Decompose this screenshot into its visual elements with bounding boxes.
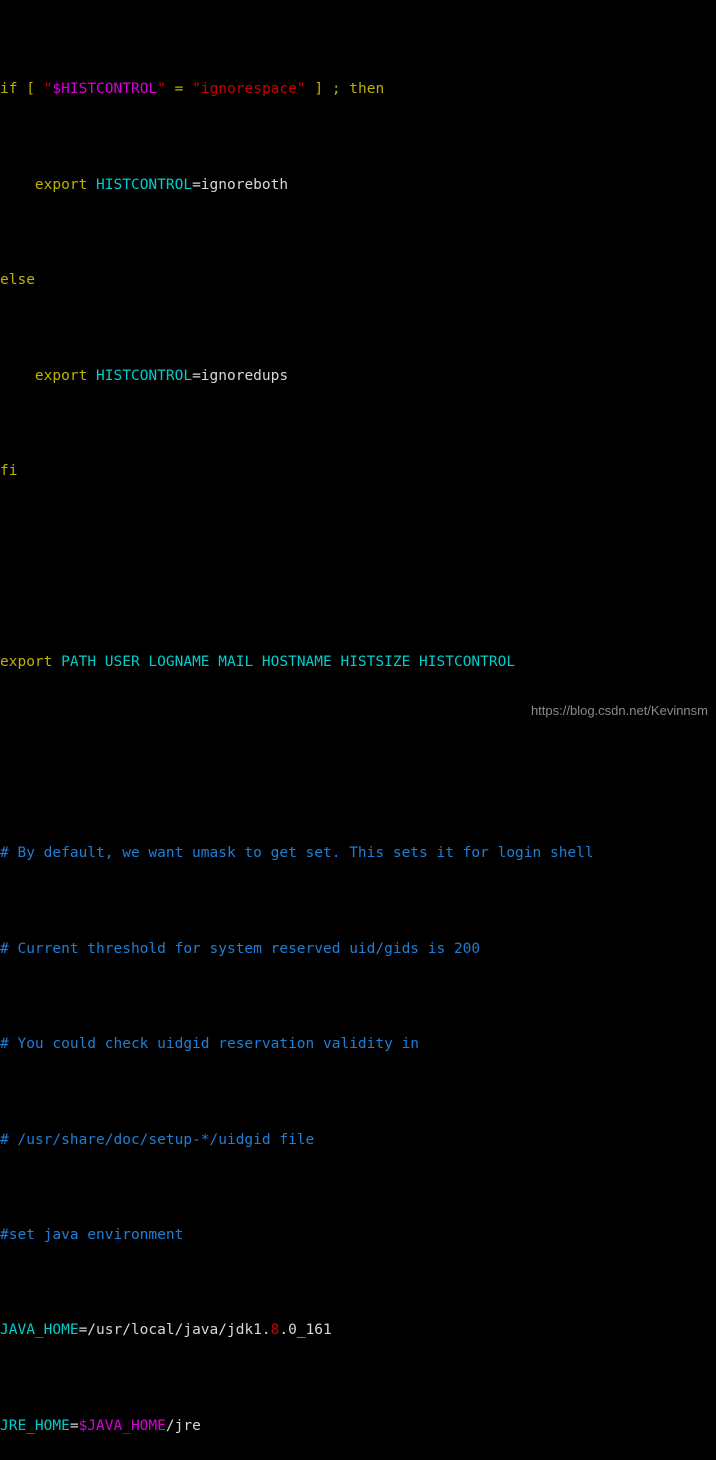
code-line: fi bbox=[0, 462, 716, 481]
token-comment: # By default, we want umask to get set. … bbox=[0, 845, 594, 862]
token-plain: /jre bbox=[165, 1417, 201, 1434]
terminal-window: if [ "$HISTCONTROL" = "ignorespace" ] ; … bbox=[0, 0, 716, 1434]
token-plain: = bbox=[69, 1417, 79, 1434]
token-builtin: export bbox=[34, 367, 88, 384]
token-string: "ignorespace" bbox=[192, 81, 306, 98]
code-listing: if [ "$HISTCONTROL" = "ignorespace" ] ; … bbox=[0, 4, 716, 1460]
token-punct: ] bbox=[314, 81, 324, 98]
token-var-name: JRE_HOME bbox=[0, 1417, 70, 1434]
token-comment: # /usr/share/doc/setup-*/uidgid file bbox=[0, 1131, 315, 1148]
code-line: # Current threshold for system reserved … bbox=[0, 940, 716, 959]
token-number: 8 bbox=[270, 1322, 280, 1339]
code-line: JRE_HOME=$JAVA_HOME/jre bbox=[0, 1417, 716, 1436]
token-keyword: fi bbox=[0, 463, 18, 480]
code-line: # By default, we want umask to get set. … bbox=[0, 844, 716, 863]
token-comment: # You could check uidgid reservation val… bbox=[0, 1036, 420, 1053]
token-keyword: then bbox=[349, 81, 385, 98]
token-var-ref: $JAVA_HOME bbox=[78, 1417, 166, 1434]
code-line: export HISTCONTROL=ignoredups bbox=[0, 367, 716, 386]
code-line: # You could check uidgid reservation val… bbox=[0, 1035, 716, 1054]
code-line: export HISTCONTROL=ignoreboth bbox=[0, 176, 716, 195]
token-plain: =ignoredups bbox=[192, 367, 289, 384]
token-keyword: else bbox=[0, 272, 35, 289]
token-builtin: export bbox=[34, 176, 88, 193]
code-line: if [ "$HISTCONTROL" = "ignorespace" ] ; … bbox=[0, 80, 716, 99]
code-line: else bbox=[0, 271, 716, 290]
code-line: # /usr/share/doc/setup-*/uidgid file bbox=[0, 1131, 716, 1150]
token-plain: .0_161 bbox=[279, 1322, 332, 1339]
watermark-text: https://blog.csdn.net/Kevinnsm bbox=[530, 703, 708, 718]
token-var-name: HISTCONTROL bbox=[96, 367, 193, 384]
code-line: export PATH USER LOGNAME MAIL HOSTNAME H… bbox=[0, 653, 716, 672]
token-var-name: HISTCONTROL bbox=[96, 176, 193, 193]
token-string: " bbox=[157, 81, 166, 98]
token-comment: # Current threshold for system reserved … bbox=[0, 940, 481, 957]
token-plain: =/usr/local/java/jdk1. bbox=[78, 1322, 271, 1339]
token-var-name: PATH USER LOGNAME MAIL HOSTNAME HISTSIZE… bbox=[61, 654, 516, 671]
token-punct: [ bbox=[26, 81, 35, 98]
token-var-ref: $HISTCONTROL bbox=[52, 81, 158, 98]
code-line: JAVA_HOME=/usr/local/java/jdk1.8.0_161 bbox=[0, 1321, 716, 1340]
token-builtin: export bbox=[0, 654, 53, 671]
token-keyword: if bbox=[0, 81, 18, 98]
token-var-name: JAVA_HOME bbox=[0, 1322, 79, 1339]
code-line: #set java environment bbox=[0, 1226, 716, 1245]
token-comment: #set java environment bbox=[0, 1227, 184, 1243]
token-plain: =ignoreboth bbox=[192, 176, 289, 193]
token-punct: ; bbox=[331, 81, 341, 98]
